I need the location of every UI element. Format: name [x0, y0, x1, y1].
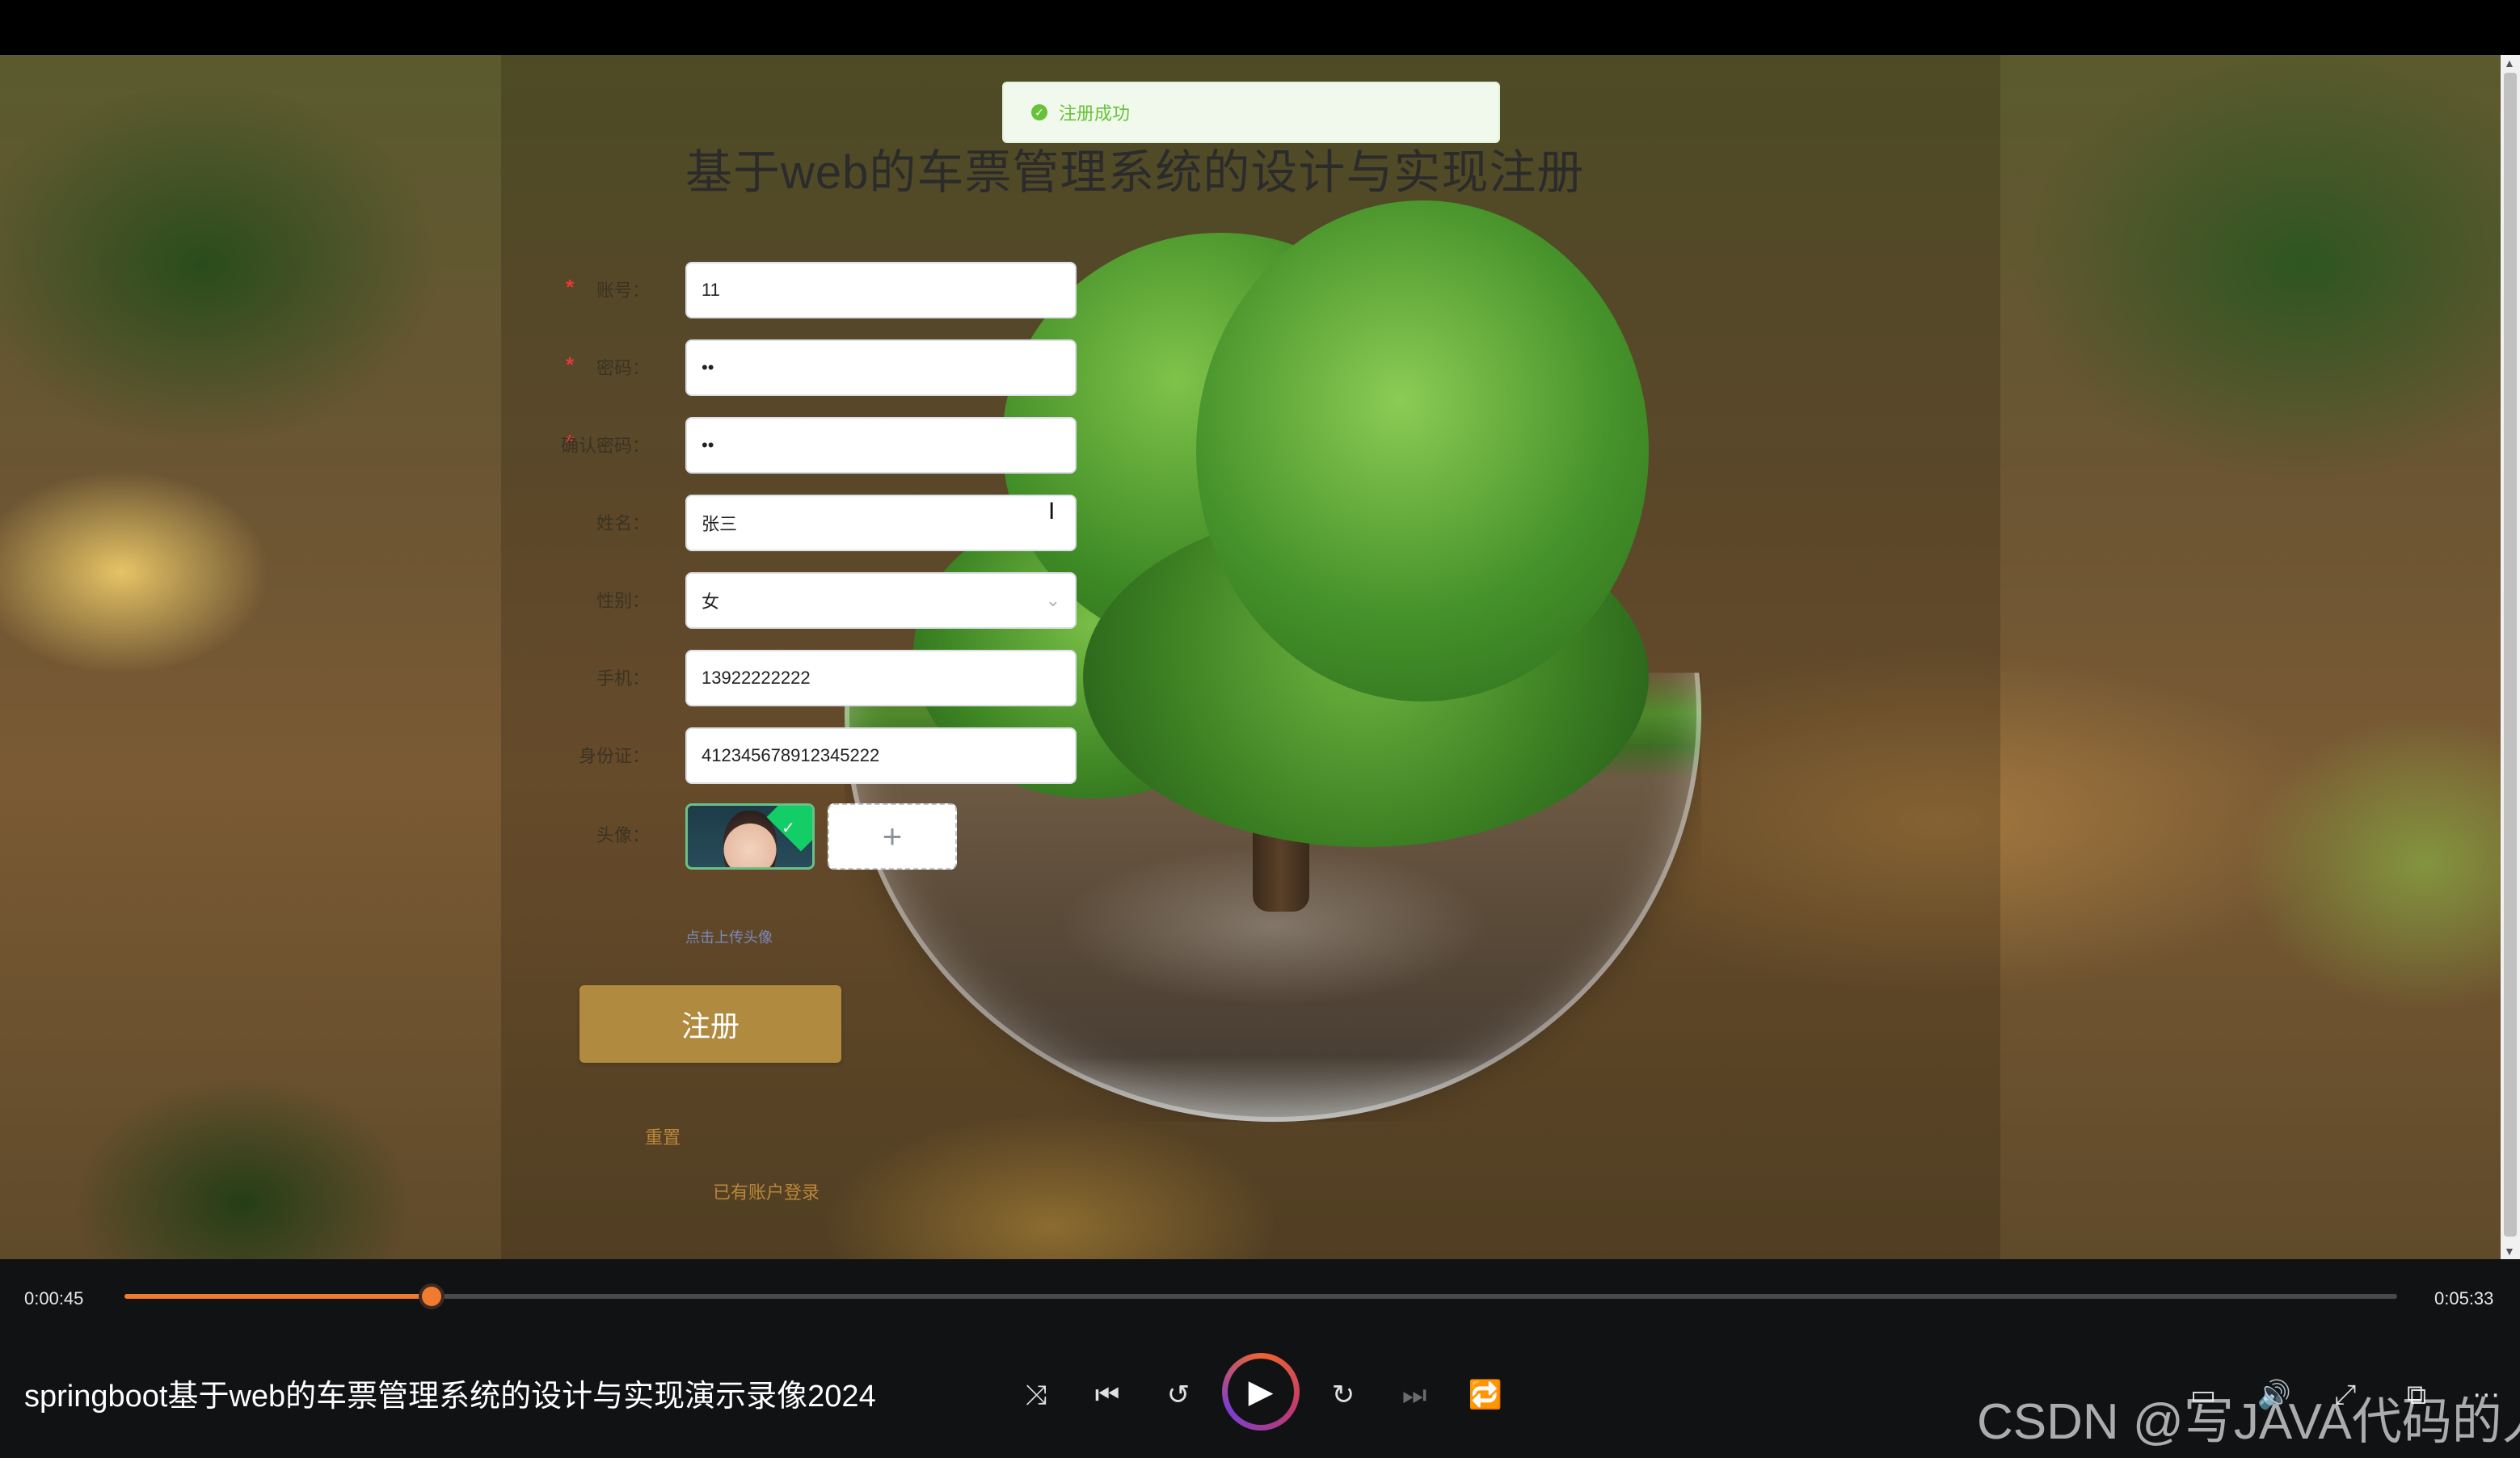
password-label: 密码：: [596, 358, 650, 378]
toast-message: 注册成功: [1059, 103, 1131, 124]
reset-link[interactable]: 重置: [645, 1123, 681, 1149]
register-button[interactable]: 注册: [579, 985, 841, 1063]
seek-bar-played: [124, 1294, 432, 1299]
confirm-password-label: 确认密码：: [560, 436, 650, 456]
seek-bar[interactable]: [124, 1283, 2397, 1309]
account-input[interactable]: 11: [685, 262, 1077, 318]
repeat-off-icon[interactable]: 🔁: [1464, 1374, 1507, 1416]
forward-30-icon[interactable]: ↻: [1322, 1374, 1364, 1416]
gender-select[interactable]: 女 ⌄: [685, 572, 1077, 629]
confirm-password-input[interactable]: ••: [685, 417, 1077, 474]
account-value: 11: [702, 280, 720, 300]
phone-label: 手机：: [596, 668, 650, 689]
gender-value: 女: [702, 592, 720, 612]
video-title: springboot基于web的车票管理系统的设计与实现演示录像2024: [24, 1380, 876, 1414]
play-icon: ▶: [1228, 1359, 1294, 1425]
login-link[interactable]: 已有账户登录: [713, 1178, 820, 1204]
play-button[interactable]: ▶: [1222, 1353, 1300, 1431]
video-viewport[interactable]: ✓ 注册成功 基于web的车票管理系统的设计与实现注册 * 账号： 11 * 密…: [0, 55, 2501, 1259]
scrollbar-thumb[interactable]: [2504, 73, 2517, 1237]
page-title: 基于web的车票管理系统的设计与实现注册: [685, 146, 1585, 199]
phone-value: 13922222222: [702, 668, 811, 688]
name-value: 张三: [702, 514, 738, 534]
tree-crown-image: [1196, 200, 1649, 702]
previous-icon[interactable]: ⏮: [1086, 1374, 1128, 1416]
window-top-bar: [0, 0, 2520, 55]
id-card-input[interactable]: 412345678912345222: [685, 727, 1077, 784]
password-value: ••: [702, 357, 714, 377]
confirm-password-value: ••: [702, 435, 714, 455]
name-label: 姓名：: [596, 513, 650, 533]
upload-avatar-tip[interactable]: 点击上传头像: [685, 926, 773, 947]
scroll-up-icon[interactable]: ▲: [2504, 57, 2515, 70]
shuffle-icon[interactable]: ⤨: [1015, 1374, 1057, 1416]
seek-knob[interactable]: [418, 1283, 445, 1309]
avatar-label: 头像：: [596, 825, 650, 845]
password-input[interactable]: ••: [685, 339, 1077, 396]
chevron-down-icon: ⌄: [1045, 590, 1060, 610]
rewind-10-icon[interactable]: ↺: [1157, 1374, 1199, 1416]
account-label: 账号：: [596, 280, 650, 301]
check-circle-icon: ✓: [1031, 104, 1047, 120]
scroll-down-icon[interactable]: ▼: [2504, 1245, 2515, 1258]
csdn-watermark: CSDN @写JAVA代码的人: [1977, 1394, 2520, 1450]
avatar-upload-button[interactable]: +: [828, 803, 957, 870]
page-scrollbar[interactable]: ▲ ▼: [2501, 55, 2520, 1259]
current-time: 0:00:45: [24, 1288, 84, 1308]
name-input[interactable]: 张三: [685, 495, 1077, 551]
duration-time: 0:05:33: [2434, 1288, 2494, 1308]
phone-input[interactable]: 13922222222: [685, 650, 1077, 706]
avatar-thumbnail[interactable]: ✓: [685, 803, 815, 870]
id-card-value: 412345678912345222: [702, 745, 880, 765]
id-card-label: 身份证：: [578, 746, 650, 766]
gender-label: 性别：: [596, 591, 650, 611]
text-cursor-icon: I: [1048, 498, 1056, 525]
plus-icon: +: [882, 817, 903, 855]
next-icon[interactable]: ⏭: [1393, 1374, 1435, 1416]
